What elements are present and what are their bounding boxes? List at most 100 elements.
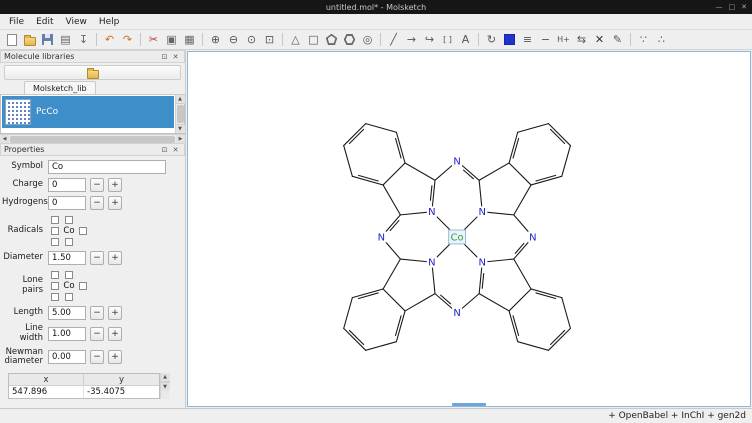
molecule-svg[interactable]: N N N N N N N N Co xyxy=(188,52,750,406)
library-horizontal-scrollbar[interactable]: ◀ ▶ xyxy=(0,134,185,143)
copy-button[interactable]: ▣ xyxy=(163,31,180,48)
save-button[interactable] xyxy=(39,31,56,48)
diameter-decrement-button[interactable]: − xyxy=(90,251,104,265)
zoom-fit-button[interactable]: ⊡ xyxy=(261,31,278,48)
scrollbar-thumb[interactable] xyxy=(177,105,184,123)
ring-hexagon-button[interactable] xyxy=(341,31,358,48)
charge-field[interactable] xyxy=(48,178,86,192)
ring-square-button[interactable]: □ xyxy=(305,31,322,48)
symbol-field[interactable] xyxy=(48,160,166,174)
hydrogens-decrement-button[interactable]: − xyxy=(90,196,104,210)
line-width-select[interactable]: ≡ xyxy=(519,31,536,48)
tab-molsketch-lib[interactable]: Molsketch_lib xyxy=(24,81,96,94)
hydrogens-increment-button[interactable]: + xyxy=(108,196,122,210)
scroll-down-icon[interactable]: ▼ xyxy=(176,124,185,133)
length-field[interactable] xyxy=(48,306,86,320)
nitrogen-atom-label[interactable]: N xyxy=(428,257,435,268)
nitrogen-atom-label[interactable]: N xyxy=(428,207,435,218)
flip-tool[interactable]: ⇆ xyxy=(573,31,590,48)
open-file-button[interactable] xyxy=(21,31,38,48)
hydrogen-add-button[interactable]: H+ xyxy=(555,31,572,48)
scrollbar-thumb[interactable] xyxy=(10,136,175,143)
nitrogen-atom-label[interactable]: N xyxy=(378,232,385,243)
close-icon[interactable]: ✕ xyxy=(741,3,747,11)
newman-diameter-field[interactable] xyxy=(48,350,86,364)
ring-pentagon-button[interactable] xyxy=(323,31,340,48)
close-panel-icon[interactable]: ✕ xyxy=(170,146,181,154)
float-panel-icon[interactable]: ⊡ xyxy=(159,146,170,154)
menu-edit[interactable]: Edit xyxy=(30,16,59,28)
nitrogen-atom-label[interactable]: N xyxy=(479,207,486,218)
length-decrement-button[interactable]: − xyxy=(90,306,104,320)
zoom-out-button[interactable]: ⊖ xyxy=(225,31,242,48)
charge-decrement-button[interactable]: − xyxy=(90,178,104,192)
undo-button[interactable]: ↶ xyxy=(101,31,118,48)
newman-increment-button[interactable]: + xyxy=(108,350,122,364)
radical-checkbox[interactable] xyxy=(51,216,59,224)
mechanism-arrow-tool[interactable]: ↪ xyxy=(421,31,438,48)
lone-pair-checkbox[interactable] xyxy=(51,293,59,301)
charge-increment-button[interactable]: + xyxy=(108,178,122,192)
paste-button[interactable]: ▦ xyxy=(181,31,198,48)
print-button[interactable]: ▤ xyxy=(57,31,74,48)
lone-pair-checkbox[interactable] xyxy=(65,293,73,301)
zoom-reset-button[interactable]: ⊙ xyxy=(243,31,260,48)
scroll-down-icon[interactable]: ▼ xyxy=(161,382,170,391)
float-panel-icon[interactable]: ⊡ xyxy=(159,53,170,61)
menu-file[interactable]: File xyxy=(3,16,30,28)
coordinates-scrollbar[interactable]: ▲ ▼ xyxy=(160,373,169,399)
cut-button[interactable]: ✂ xyxy=(145,31,162,48)
new-file-button[interactable] xyxy=(3,31,20,48)
hydrogens-field[interactable] xyxy=(48,196,86,210)
line-width-field[interactable] xyxy=(48,327,86,341)
radical-checkbox[interactable] xyxy=(65,238,73,246)
line-width-increment-button[interactable]: + xyxy=(108,327,122,341)
lone-pair-checkbox[interactable] xyxy=(51,282,59,290)
library-item-pcco[interactable]: PcCo xyxy=(2,96,174,128)
menu-view[interactable]: View xyxy=(60,16,93,28)
redo-button[interactable]: ↷ xyxy=(119,31,136,48)
draw-tool[interactable]: ╱ xyxy=(385,31,402,48)
ring-triangle-button[interactable]: △ xyxy=(287,31,304,48)
nitrogen-atom-label[interactable]: N xyxy=(479,257,486,268)
zoom-in-button[interactable]: ⊕ xyxy=(207,31,224,48)
radical-tool[interactable]: ∴ xyxy=(653,31,670,48)
radical-checkbox[interactable] xyxy=(65,216,73,224)
rotate-tool[interactable]: ↻ xyxy=(483,31,500,48)
pencil-tool[interactable]: ✎ xyxy=(609,31,626,48)
coordinate-x-value[interactable]: 547.896 xyxy=(9,386,84,398)
reaction-arrow-tool[interactable]: → xyxy=(403,31,420,48)
diameter-field[interactable] xyxy=(48,251,86,265)
text-tool[interactable]: A xyxy=(457,31,474,48)
diameter-increment-button[interactable]: + xyxy=(108,251,122,265)
delete-tool[interactable]: ✕ xyxy=(591,31,608,48)
lone-pair-checkbox[interactable] xyxy=(65,271,73,279)
color-picker-button[interactable] xyxy=(501,31,518,48)
ring-benzene-button[interactable]: ◎ xyxy=(359,31,376,48)
radical-checkbox[interactable] xyxy=(51,227,59,235)
nitrogen-atom-label[interactable]: N xyxy=(453,157,460,168)
lone-pair-checkbox[interactable] xyxy=(79,282,87,290)
nitrogen-atom-label[interactable]: N xyxy=(453,308,460,319)
lone-pair-tool[interactable]: ∵ xyxy=(635,31,652,48)
charge-minus-button[interactable]: − xyxy=(537,31,554,48)
bracket-tool[interactable]: [ ] xyxy=(439,31,456,48)
coordinate-y-value[interactable]: -35.4075 xyxy=(84,386,159,398)
nitrogen-atom-label[interactable]: N xyxy=(529,232,536,243)
length-increment-button[interactable]: + xyxy=(108,306,122,320)
canvas-hscroll-thumb[interactable] xyxy=(452,403,486,406)
close-panel-icon[interactable]: ✕ xyxy=(170,53,181,61)
line-width-decrement-button[interactable]: − xyxy=(90,327,104,341)
radical-checkbox[interactable] xyxy=(79,227,87,235)
scroll-up-icon[interactable]: ▲ xyxy=(161,373,170,382)
cobalt-atom-label[interactable]: Co xyxy=(451,232,464,243)
lone-pair-checkbox[interactable] xyxy=(51,271,59,279)
open-library-button[interactable] xyxy=(4,65,181,80)
minimize-icon[interactable]: — xyxy=(716,3,723,11)
scroll-up-icon[interactable]: ▲ xyxy=(176,95,185,104)
library-vertical-scrollbar[interactable]: ▲ ▼ xyxy=(175,95,184,133)
maximize-icon[interactable]: □ xyxy=(729,3,736,11)
radical-checkbox[interactable] xyxy=(51,238,59,246)
drawing-canvas[interactable]: N N N N N N N N Co xyxy=(187,51,751,407)
title-bar[interactable]: untitled.mol* - Molsketch — □ ✕ xyxy=(0,0,752,14)
